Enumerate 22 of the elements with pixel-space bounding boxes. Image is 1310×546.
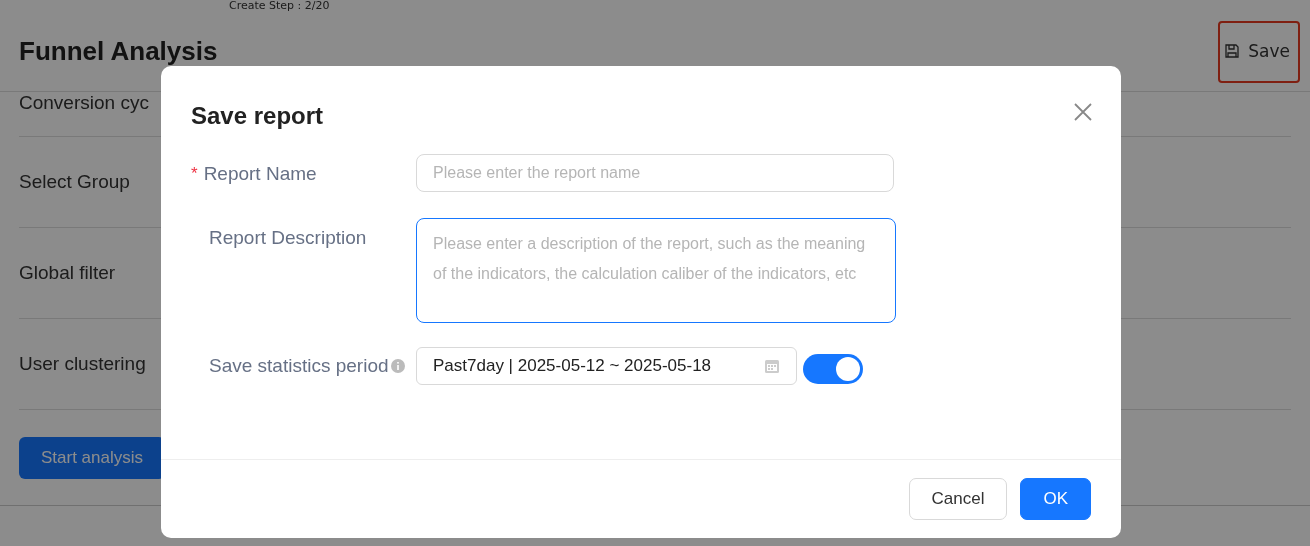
required-asterisk: * bbox=[191, 164, 198, 184]
page-title: Funnel Analysis bbox=[19, 36, 218, 67]
setting-label: Select Group bbox=[19, 171, 130, 193]
field-label: Report Name bbox=[203, 163, 317, 185]
setting-label: User clustering bbox=[19, 353, 146, 375]
cancel-button[interactable]: Cancel bbox=[908, 478, 1008, 520]
close-button[interactable] bbox=[1073, 102, 1093, 122]
step-label: Create Step : 2/20 bbox=[229, 0, 331, 12]
close-icon bbox=[1073, 102, 1093, 122]
setting-label: Global filter bbox=[19, 262, 116, 284]
field-label: Report Description bbox=[209, 227, 367, 249]
save-button[interactable]: Save bbox=[1218, 20, 1300, 83]
ok-button[interactable]: OK bbox=[1020, 478, 1091, 520]
report-name-field[interactable]: Please enter the report name bbox=[416, 154, 894, 192]
calendar-icon bbox=[764, 358, 780, 374]
setting-label: Conversion cyc bbox=[19, 92, 149, 114]
toggle-switch[interactable] bbox=[803, 354, 863, 384]
report-description-field[interactable]: Please enter a description of the report, such as the meaning of the indicators, the calculation caliber of the indicators, etc bbox=[416, 218, 896, 323]
field-label: Save statistics period bbox=[209, 355, 389, 377]
info-icon bbox=[390, 359, 405, 373]
date-range-field[interactable]: Past7day | 2025-05-12 ~ 2025-05-18 bbox=[416, 347, 797, 385]
dialog-title: Save report bbox=[191, 102, 324, 130]
